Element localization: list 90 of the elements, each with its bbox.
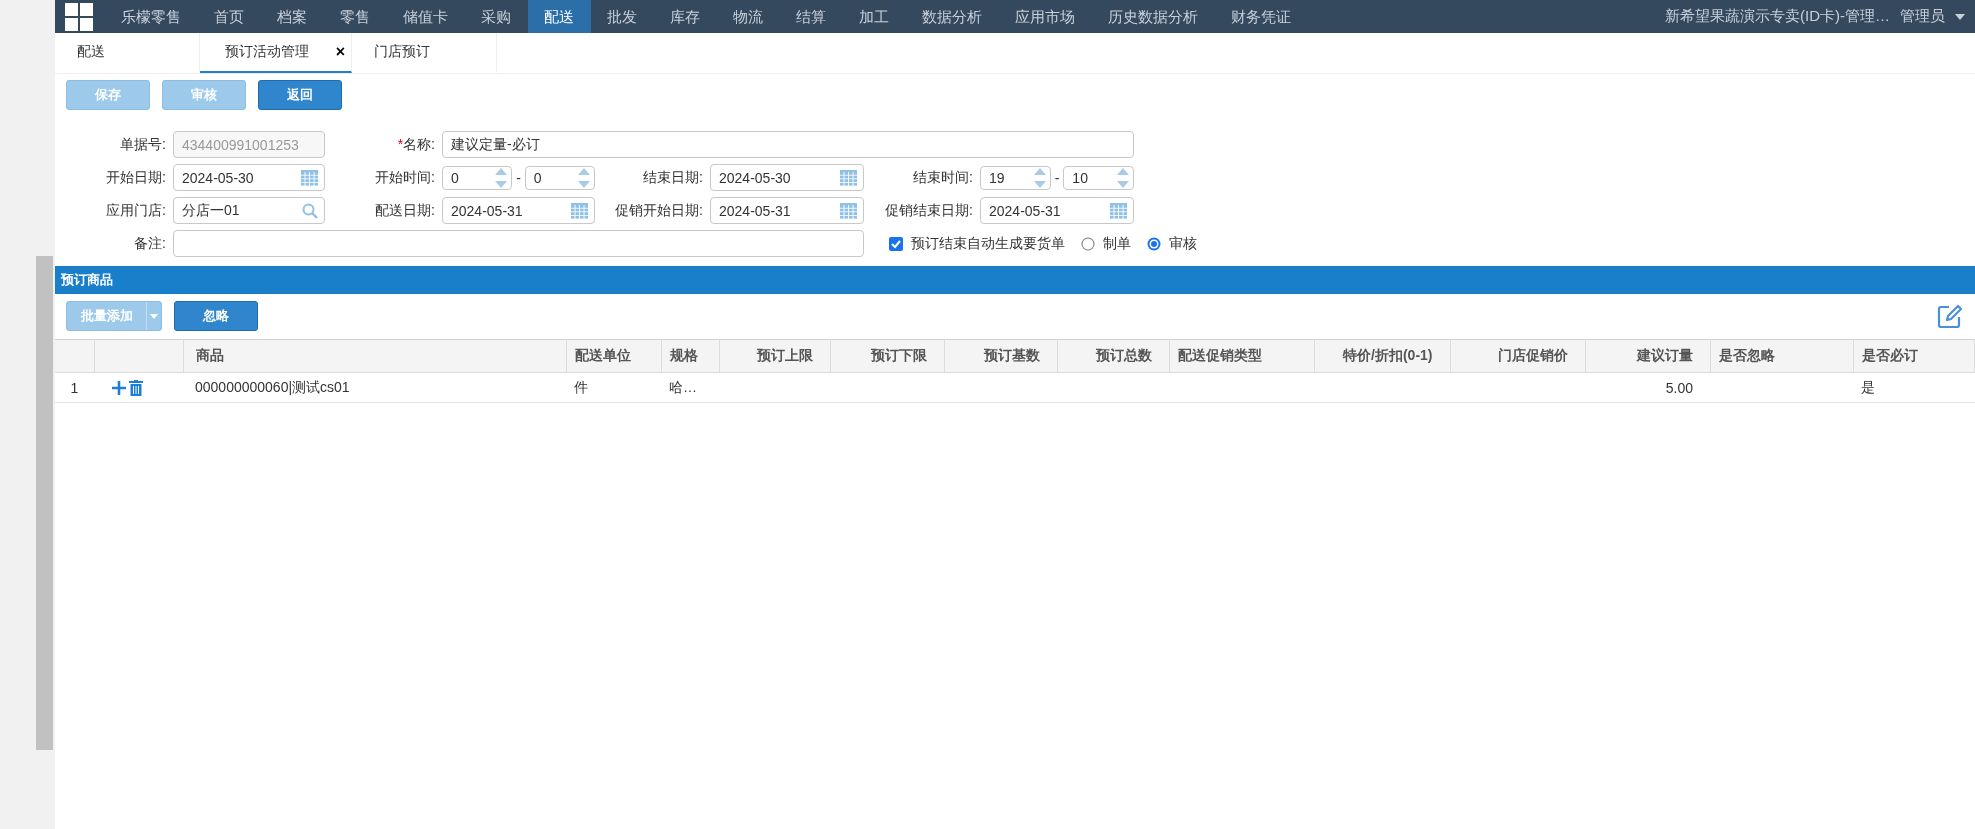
column-header[interactable]: 商品 (183, 339, 566, 373)
mode-radio[interactable]: 审核 (1147, 234, 1197, 253)
field-label: 单据号: (119, 135, 166, 154)
field-label: 开始时间: (374, 168, 435, 187)
toolbar-button[interactable]: 忽略 (174, 301, 258, 331)
table-cell: 是 (1853, 372, 1975, 403)
field-label: 配送日期: (374, 201, 435, 220)
page-tab[interactable]: 预订活动管理 × (200, 33, 352, 73)
column-header[interactable]: 配送促销类型 (1169, 339, 1314, 373)
column-header[interactable]: 门店促销价 (1450, 339, 1585, 373)
field-label: 结束日期: (642, 168, 703, 187)
store-search-field[interactable]: 分店一01 (173, 197, 325, 224)
column-header[interactable]: 建议订量 (1585, 339, 1710, 373)
grid-logo-icon (65, 2, 93, 31)
table-cell: 哈… (661, 372, 719, 403)
brand-name[interactable]: 乐檬零售 (105, 0, 198, 33)
column-header[interactable]: 特价/折扣(0-1) (1314, 339, 1450, 373)
nav-item[interactable]: 加工 (843, 0, 906, 33)
plus-icon (112, 381, 126, 396)
field-label: 备注: (133, 234, 166, 253)
column-header[interactable]: 是否忽略 (1710, 339, 1853, 373)
date-field[interactable]: 2024-05-30 (710, 164, 864, 191)
edit-icon (1937, 303, 1963, 329)
calendar-icon (571, 202, 588, 219)
nav-item[interactable]: 档案 (261, 0, 324, 33)
table-cell: 000000000060|测试cs01 (183, 372, 566, 403)
nav-item[interactable]: 应用市场 (999, 0, 1092, 33)
nav-item[interactable]: 采购 (465, 0, 528, 33)
field-label: 结束时间: (912, 168, 973, 187)
caret-icon (150, 313, 158, 319)
page-tab[interactable]: 配送 (55, 33, 200, 73)
calendar-icon (301, 169, 318, 186)
nav-item[interactable]: 物流 (717, 0, 780, 33)
calendar-icon (840, 202, 857, 219)
nav-item[interactable]: 库存 (654, 0, 717, 33)
date-field[interactable]: 2024-05-31 (710, 197, 864, 224)
name-field[interactable]: 建议定量-必订 (442, 131, 1134, 158)
field-label: 应用门店: (105, 201, 166, 220)
scrollbar-thumb[interactable] (36, 256, 53, 750)
section-header: 预订商品 (55, 266, 1975, 294)
user-name[interactable]: 管理员 (1900, 7, 1945, 26)
field-label: 促销开始日期: (614, 201, 703, 220)
column-header[interactable]: 规格 (661, 339, 719, 373)
close-tab-button[interactable]: × (335, 43, 345, 61)
field-label: *名称: (396, 135, 435, 154)
separator-text: - (516, 169, 521, 186)
date-field[interactable]: 2024-05-30 (173, 164, 325, 191)
date-field[interactable]: 2024-05-31 (442, 197, 595, 224)
number-spinner[interactable]: 19 (980, 165, 1051, 190)
nav-item[interactable]: 首页 (198, 0, 261, 33)
spinner-arrows-icon (1032, 166, 1047, 189)
search-icon (302, 202, 318, 219)
column-header[interactable]: 配送单位 (566, 339, 661, 373)
column-header[interactable]: 是否必订 (1853, 339, 1975, 373)
spinner-arrows-icon (494, 166, 509, 189)
column-header[interactable]: 预订下限 (830, 339, 944, 373)
trash-icon (129, 380, 143, 397)
column-header[interactable]: 预订基数 (944, 339, 1057, 373)
mode-radio[interactable]: 制单 (1081, 234, 1131, 253)
column-header[interactable]: 预订上限 (719, 339, 830, 373)
table-cell: 件 (566, 372, 661, 403)
table-cell: 5.00 (1585, 372, 1710, 403)
auto-order-checkbox[interactable]: 预订结束自动生成要货单 (889, 234, 1065, 253)
action-button[interactable]: 返回 (258, 80, 342, 110)
column-header[interactable]: 预订总数 (1057, 339, 1169, 373)
spinner-arrows-icon (577, 166, 591, 189)
nav-item[interactable]: 储值卡 (387, 0, 465, 33)
remark-field[interactable] (173, 230, 864, 257)
nav-item[interactable]: 数据分析 (906, 0, 999, 33)
nav-item[interactable]: 历史数据分析 (1092, 0, 1215, 33)
page-tab[interactable]: 门店预订 (352, 33, 497, 73)
number-spinner[interactable]: 10 (1063, 165, 1134, 190)
calendar-icon (1110, 202, 1127, 219)
date-field[interactable]: 2024-05-31 (980, 197, 1134, 224)
document-number-field: 434400991001253 (173, 131, 325, 158)
field-label: 促销结束日期: (884, 201, 973, 220)
separator-text: - (1054, 169, 1060, 186)
number-spinner[interactable]: 0 (442, 165, 513, 190)
number-spinner[interactable]: 0 (524, 165, 595, 190)
caret-icon (1955, 13, 1965, 20)
calendar-icon (840, 169, 857, 186)
nav-item[interactable]: 财务凭证 (1215, 0, 1308, 33)
nav-item[interactable]: 配送 (528, 0, 591, 33)
row-number: 1 (55, 372, 94, 403)
field-label: 开始日期: (105, 168, 166, 187)
account-name[interactable]: 新希望果蔬演示专卖(ID卡)-管理… (1665, 7, 1890, 26)
spinner-arrows-icon (1116, 166, 1130, 189)
nav-item[interactable]: 零售 (324, 0, 387, 33)
nav-item[interactable]: 结算 (780, 0, 843, 33)
nav-item[interactable]: 批发 (591, 0, 654, 33)
